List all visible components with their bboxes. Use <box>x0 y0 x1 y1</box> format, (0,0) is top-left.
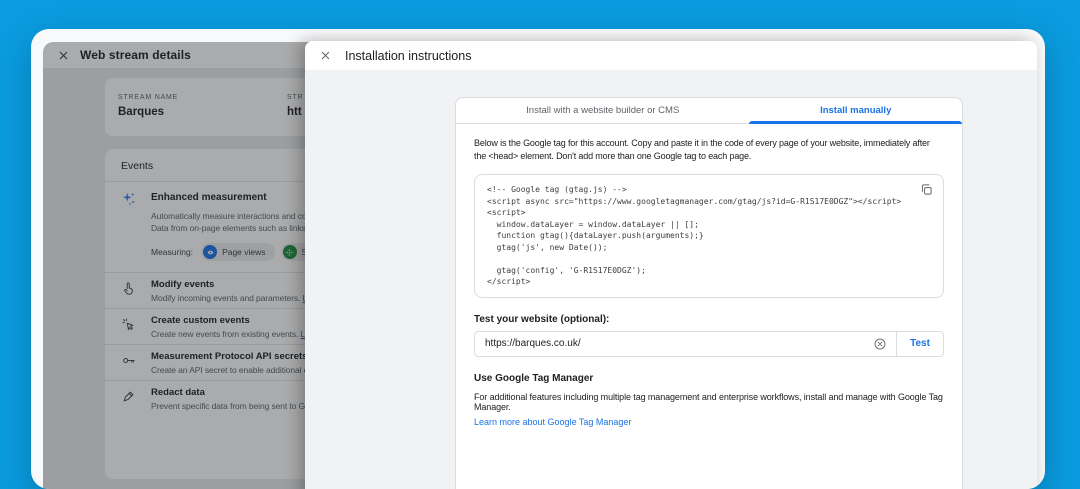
test-website-row: Test <box>474 330 944 357</box>
install-tabs: Install with a website builder or CMS In… <box>456 98 962 124</box>
gtm-description: For additional features including multip… <box>474 391 943 412</box>
gtm-heading: Use Google Tag Manager <box>474 372 594 384</box>
tab-install-with-builder[interactable]: Install with a website builder or CMS <box>456 98 749 123</box>
close-icon[interactable] <box>318 49 332 63</box>
test-button[interactable]: Test <box>897 338 943 349</box>
test-url-input[interactable] <box>475 338 869 349</box>
install-intro-text: Below is the Google tag for this account… <box>474 138 930 161</box>
installation-card: Install with a website builder or CMS In… <box>455 97 963 489</box>
app-window: Web stream details STREAM NAME Barques S… <box>31 29 1045 489</box>
copy-icon[interactable] <box>920 183 933 201</box>
clear-icon[interactable] <box>873 337 887 351</box>
panel-title: Installation instructions <box>345 48 472 63</box>
gtm-learn-more-link[interactable]: Learn more about Google Tag Manager <box>474 417 631 427</box>
google-tag-code-block: <!-- Google tag (gtag.js) --> <script asy… <box>474 174 944 298</box>
code-snippet: <!-- Google tag (gtag.js) --> <script asy… <box>487 185 902 286</box>
installation-header: Installation instructions <box>305 41 1037 70</box>
tab-install-manually[interactable]: Install manually <box>749 98 962 124</box>
installation-body: Install with a website builder or CMS In… <box>305 70 1037 489</box>
test-website-label: Test your website (optional): <box>474 313 610 325</box>
installation-instructions-panel: Installation instructions Install with a… <box>305 41 1037 489</box>
